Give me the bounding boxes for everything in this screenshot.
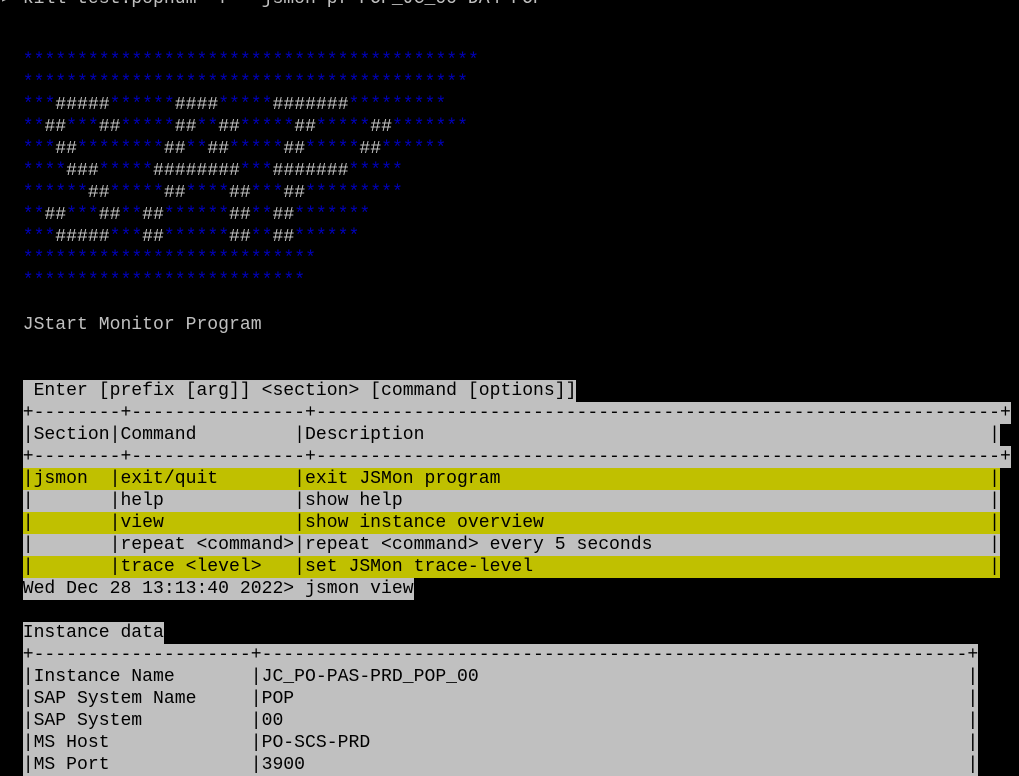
program-title: JStart Monitor Program — [1, 315, 262, 335]
banner-line: ****************************************… — [22, 51, 479, 71]
banner-line: ******##*****##****##***##********* — [22, 183, 403, 203]
banner-line: ***#####******####*****#######********* — [22, 95, 447, 115]
prompt-line[interactable]: Wed Dec 28 13:13:40 2022> jsmon view — [1, 556, 414, 600]
banner-line: *************************** — [22, 249, 316, 269]
banner-line: ****************************************… — [22, 73, 468, 93]
instance-row-ms-host: |MS Host |PO-SCS-PRD | — [1, 710, 979, 754]
banner-line: ************************** — [22, 271, 306, 291]
instance-section-title: Instance data — [1, 600, 164, 644]
help-row-view: | |view |show instance overview | — [1, 490, 1000, 534]
help-row-help: | |help |show help | — [1, 468, 1000, 512]
banner-line: **##***##*****##**##*****##*****##******… — [22, 117, 468, 137]
instance-row-system: |SAP System |00 | — [1, 688, 979, 732]
banner-line: **##***##**##******##**##******* — [22, 205, 371, 225]
instance-row-name: |Instance Name |JC_PO-PAS-PRD_POP_00 | — [1, 644, 979, 688]
banner-line: ***##********##**##*****##*****##****** — [22, 139, 447, 159]
instance-row-ms-port: |MS Port |3900 | — [1, 732, 979, 776]
help-table-header: |Section|Command |Description | — [1, 402, 1000, 446]
help-row-trace: | |trace <level> |set JSMon trace-level … — [1, 534, 1000, 578]
usage-line: Enter [prefix [arg]] <section> [command … — [1, 358, 577, 402]
help-table-border-mid: +--------+----------------+-------------… — [1, 424, 1011, 468]
help-row-repeat: | |repeat <command>|repeat <command> eve… — [1, 512, 1000, 556]
instance-table-border-top: +--------------------+------------------… — [1, 622, 979, 666]
banner-line: ****###*****########***#######***** — [22, 161, 403, 181]
banner-line: ***#####***##******##**##****** — [22, 227, 360, 247]
instance-row-system-name: |SAP System Name |POP | — [1, 666, 979, 710]
help-row-exit: |jsmon |exit/quit |exit JSMon program | — [1, 446, 1000, 490]
instance-row-text: |MS Port |3900 | — [22, 754, 979, 776]
prompt-text[interactable]: Wed Dec 28 13:13:40 2022> jsmon view — [22, 578, 414, 600]
previous-command-line: > kill test.pophum -f jsmon pf=POP_JC_00… — [1, 0, 544, 10]
help-table-border-top: +--------+----------------+-------------… — [1, 380, 1011, 424]
